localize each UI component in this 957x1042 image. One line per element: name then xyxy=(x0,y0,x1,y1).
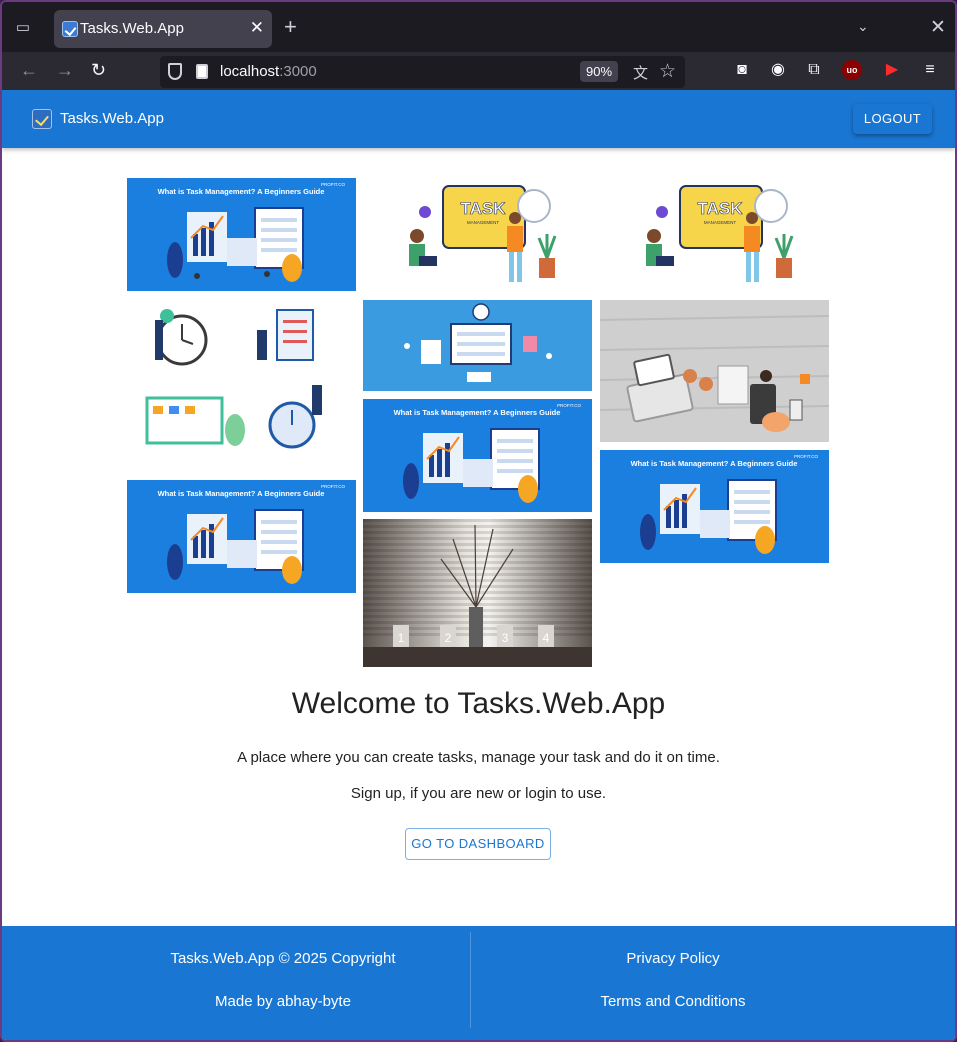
gallery-image-task-management-guide-2[interactable]: What is Task Management? A Beginners Gui… xyxy=(127,480,356,593)
tab-tasks-web-app[interactable]: Tasks.Web.App ✕ xyxy=(54,10,272,48)
app-bar: Tasks.Web.App LOGOUT xyxy=(2,90,955,148)
banner-brand: PROFIT.CO xyxy=(557,403,582,408)
bookmark-star-icon[interactable]: ☆ xyxy=(659,60,676,83)
tab-strip: ▭ Tasks.Web.App ✕ + ⌄ ✕ xyxy=(2,2,955,52)
task-sign-subtext: MANAGEMENT xyxy=(467,220,500,225)
tab-title: Tasks.Web.App xyxy=(80,20,184,37)
pocket-icon[interactable]: ◙ xyxy=(732,60,752,80)
footer: Tasks.Web.App © 2025 Copyright Made by a… xyxy=(2,926,955,1040)
new-tab-icon[interactable]: + xyxy=(284,16,297,38)
banner-caption: What is Task Management? A Beginners Gui… xyxy=(394,408,561,417)
terms-link[interactable]: Terms and Conditions xyxy=(472,993,874,1010)
shield-icon[interactable] xyxy=(168,63,182,80)
privacy-policy-link[interactable]: Privacy Policy xyxy=(472,950,874,967)
close-window-icon[interactable]: ✕ xyxy=(930,16,946,39)
banner-caption: What is Task Management? A Beginners Gui… xyxy=(158,187,325,196)
candle-number: 4 xyxy=(543,631,550,645)
intro-text: A place where you can create tasks, mana… xyxy=(237,749,720,766)
page-icon[interactable] xyxy=(196,64,208,79)
candle-number: 2 xyxy=(445,631,452,645)
youtube-extension-icon[interactable]: ▶ xyxy=(882,60,902,80)
signup-hint-text: Sign up, if you are new or login to use. xyxy=(350,785,607,802)
gallery-image-desk-laptop-topview[interactable] xyxy=(600,300,829,442)
footer-divider xyxy=(470,932,471,1028)
banner-brand: PROFIT.CO xyxy=(321,182,346,187)
logout-button[interactable]: LOGOUT xyxy=(853,104,932,134)
candle-number: 3 xyxy=(502,631,509,645)
url-text[interactable]: localhost:3000 xyxy=(220,63,317,80)
gallery-image-task-management-guide[interactable]: What is Task Management? A Beginners Gui… xyxy=(127,178,356,291)
browser-window: ▭ Tasks.Web.App ✕ + ⌄ ✕ ← → ↻ localhost:… xyxy=(0,0,957,1042)
gallery-image-candles-blinds[interactable]: 1 2 3 4 xyxy=(363,519,592,667)
welcome-heading: Welcome to Tasks.Web.App xyxy=(291,687,666,720)
candle-number: 1 xyxy=(398,631,405,645)
reload-icon[interactable]: ↻ xyxy=(91,60,106,80)
gallery-image-task-management-guide-3[interactable]: What is Task Management? A Beginners Gui… xyxy=(363,399,592,512)
banner-caption: What is Task Management? A Beginners Gui… xyxy=(158,489,325,498)
forward-icon[interactable]: → xyxy=(56,60,74,80)
translate-icon[interactable]: 文 xyxy=(633,62,648,83)
gallery-image-task-management-guide-4[interactable]: What is Task Management? A Beginners Gui… xyxy=(600,450,829,563)
nav-bar: ← → ↻ localhost:3000 90% 文 ☆ ◙ ◉ ⧉ uo ▶ … xyxy=(2,52,955,90)
gallery-image-time-management-illustration[interactable] xyxy=(127,300,356,466)
account-icon[interactable]: ◉ xyxy=(768,60,788,80)
app-title[interactable]: Tasks.Web.App xyxy=(60,110,164,127)
gallery-image-task-board-illustration-2[interactable]: TASK MANAGEMENT xyxy=(600,178,829,291)
close-tab-icon[interactable]: ✕ xyxy=(250,18,264,38)
zoom-level[interactable]: 90% xyxy=(580,61,619,82)
ublock-icon[interactable]: uo xyxy=(842,60,862,80)
extensions-icon[interactable]: ⧉ xyxy=(804,60,824,80)
task-sign-text: TASK xyxy=(460,199,506,218)
web-page: Tasks.Web.App LOGOUT What is Task Manage… xyxy=(2,90,955,1040)
gallery-image-task-board-illustration[interactable]: TASK MANAGEMENT xyxy=(363,178,592,291)
app-logo-icon xyxy=(32,109,52,129)
address-bar[interactable]: localhost:3000 90% 文 ☆ xyxy=(160,56,685,88)
go-to-dashboard-button[interactable]: GO TO DASHBOARD xyxy=(405,828,551,860)
gallery-image-desk-workflow[interactable] xyxy=(363,300,592,391)
menu-icon[interactable]: ≡ xyxy=(920,60,940,80)
task-sign-text: TASK xyxy=(697,199,743,218)
banner-brand: PROFIT.CO xyxy=(321,484,346,489)
tab-list-icon[interactable]: ▭ xyxy=(12,18,34,38)
back-icon[interactable]: ← xyxy=(20,60,38,80)
banner-brand: PROFIT.CO xyxy=(794,454,819,459)
favicon-icon xyxy=(62,21,78,37)
banner-caption: What is Task Management? A Beginners Gui… xyxy=(631,459,798,468)
task-sign-subtext: MANAGEMENT xyxy=(704,220,737,225)
chevron-down-icon[interactable]: ⌄ xyxy=(857,18,869,35)
